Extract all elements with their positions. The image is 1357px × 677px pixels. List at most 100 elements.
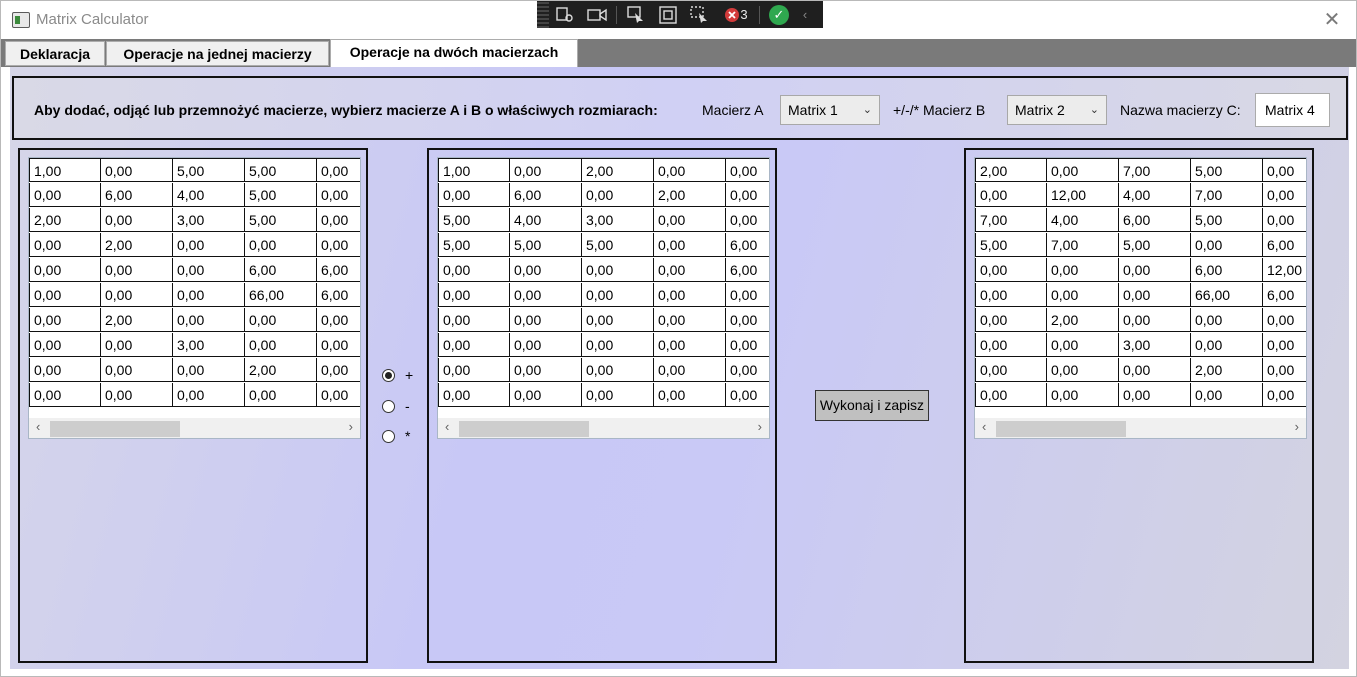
matrix-cell[interactable]: 2,00 [582,158,654,182]
matrix-cell[interactable]: 0,00 [245,308,317,332]
matrix-cell[interactable]: 0,00 [1119,258,1191,282]
matrix-cell[interactable]: 5,00 [245,183,317,207]
matrix-cell[interactable]: 12,00 [1047,183,1119,207]
matrix-cell[interactable]: 2,00 [101,308,173,332]
matrix-cell[interactable]: 0,00 [245,233,317,257]
operation-add[interactable]: + [382,366,413,384]
matrix-cell[interactable]: 0,00 [582,333,654,357]
matrix-cell[interactable]: 0,00 [726,183,769,207]
chevron-left-icon[interactable]: ‹ [982,419,986,434]
matrix-cell[interactable]: 5,00 [1119,233,1191,257]
tab-deklaracja[interactable]: Deklaracja [5,41,105,66]
matrix-cell[interactable]: 0,00 [1047,333,1119,357]
matrix-cell[interactable]: 0,00 [1191,233,1263,257]
close-icon[interactable]: ✕ [1320,8,1344,32]
matrix-cell[interactable]: 0,00 [438,358,510,382]
matrix-cell[interactable]: 0,00 [1119,383,1191,407]
matrix-cell[interactable]: 0,00 [654,233,726,257]
matrix-cell[interactable]: 0,00 [1047,358,1119,382]
matrix-cell[interactable]: 2,00 [975,158,1047,182]
matrix-cell[interactable]: 6,00 [1263,283,1306,307]
matrix-a-select[interactable]: Matrix 1 ⌄ [780,95,880,125]
matrix-cell[interactable]: 1,00 [438,158,510,182]
chevron-left-icon[interactable]: ‹ [36,419,40,434]
live-visual-tree-icon[interactable] [551,4,579,26]
matrix-cell[interactable]: 0,00 [975,283,1047,307]
chevron-right-icon[interactable]: › [349,419,353,434]
matrix-cell[interactable]: 0,00 [510,308,582,332]
matrix-cell[interactable]: 0,00 [1263,208,1306,232]
matrix-cell[interactable]: 7,00 [1119,158,1191,182]
matrix-cell[interactable]: 0,00 [317,308,360,332]
matrix-cell[interactable]: 0,00 [1263,183,1306,207]
matrix-cell[interactable]: 0,00 [317,358,360,382]
matrix-cell[interactable]: 6,00 [1191,258,1263,282]
horizontal-scrollbar[interactable]: ‹ › [438,418,769,438]
matrix-cell[interactable]: 5,00 [510,233,582,257]
matrix-cell[interactable]: 5,00 [173,158,245,182]
matrix-cell[interactable]: 0,00 [975,183,1047,207]
matrix-cell[interactable]: 5,00 [582,233,654,257]
matrix-cell[interactable]: 66,00 [1191,283,1263,307]
matrix-cell[interactable]: 2,00 [245,358,317,382]
matrix-cell[interactable]: 0,00 [726,358,769,382]
matrix-cell[interactable]: 0,00 [975,358,1047,382]
matrix-cell[interactable]: 7,00 [1047,233,1119,257]
matrix-cell[interactable]: 0,00 [1047,283,1119,307]
chevron-right-icon[interactable]: › [1295,419,1299,434]
matrix-cell[interactable]: 2,00 [1191,358,1263,382]
matrix-cell[interactable]: 0,00 [1047,158,1119,182]
matrix-cell[interactable]: 5,00 [1191,208,1263,232]
matrix-cell[interactable]: 5,00 [975,233,1047,257]
radio-multiply[interactable] [382,429,395,443]
matrix-cell[interactable]: 0,00 [438,183,510,207]
matrix-cell[interactable]: 5,00 [1191,158,1263,182]
matrix-cell[interactable]: 0,00 [1263,333,1306,357]
matrix-cell[interactable]: 0,00 [726,333,769,357]
matrix-cell[interactable]: 6,00 [510,183,582,207]
matrix-cell[interactable]: 66,00 [245,283,317,307]
matrix-cell[interactable]: 7,00 [1191,183,1263,207]
matrix-cell[interactable]: 0,00 [975,308,1047,332]
matrix-cell[interactable]: 0,00 [1119,283,1191,307]
scrollbar-thumb[interactable] [996,421,1126,437]
matrix-cell[interactable]: 0,00 [245,333,317,357]
matrix-cell[interactable]: 0,00 [438,258,510,282]
matrix-cell[interactable]: 0,00 [654,383,726,407]
matrix-cell[interactable]: 0,00 [438,383,510,407]
matrix-cell[interactable]: 0,00 [654,308,726,332]
matrix-cell[interactable]: 0,00 [317,233,360,257]
matrix-cell[interactable]: 3,00 [173,208,245,232]
matrix-cell[interactable]: 0,00 [726,283,769,307]
matrix-cell[interactable]: 0,00 [582,183,654,207]
matrix-cell[interactable]: 2,00 [29,208,101,232]
matrix-cell[interactable]: 1,00 [29,158,101,182]
scrollbar-thumb[interactable] [459,421,589,437]
matrix-cell[interactable]: 0,00 [1191,308,1263,332]
matrix-cell[interactable]: 0,00 [1119,308,1191,332]
matrix-cell[interactable]: 4,00 [1047,208,1119,232]
tab-operacje-dwoch[interactable]: Operacje na dwóch macierzach [330,39,578,67]
matrix-cell[interactable]: 0,00 [726,208,769,232]
matrix-cell[interactable]: 0,00 [29,333,101,357]
matrix-cell[interactable]: 0,00 [726,158,769,182]
matrix-cell[interactable]: 0,00 [1119,358,1191,382]
matrix-cell[interactable]: 0,00 [582,283,654,307]
matrix-cell[interactable]: 0,00 [173,283,245,307]
video-camera-icon[interactable] [583,4,611,26]
matrix-cell[interactable]: 0,00 [975,333,1047,357]
matrix-cell[interactable]: 0,00 [726,308,769,332]
matrix-cell[interactable]: 0,00 [654,158,726,182]
matrix-cell[interactable]: 0,00 [29,283,101,307]
select-element-icon[interactable] [622,4,650,26]
matrix-cell[interactable]: 0,00 [29,358,101,382]
check-icon[interactable]: ✓ [769,4,789,25]
matrix-cell[interactable]: 0,00 [173,233,245,257]
matrix-cell[interactable]: 0,00 [510,158,582,182]
matrix-cell[interactable]: 0,00 [975,258,1047,282]
matrix-cell[interactable]: 5,00 [438,208,510,232]
radio-subtract[interactable] [382,399,395,413]
matrix-cell[interactable]: 0,00 [1047,258,1119,282]
matrix-cell[interactable]: 0,00 [317,208,360,232]
matrix-cell[interactable]: 4,00 [173,183,245,207]
